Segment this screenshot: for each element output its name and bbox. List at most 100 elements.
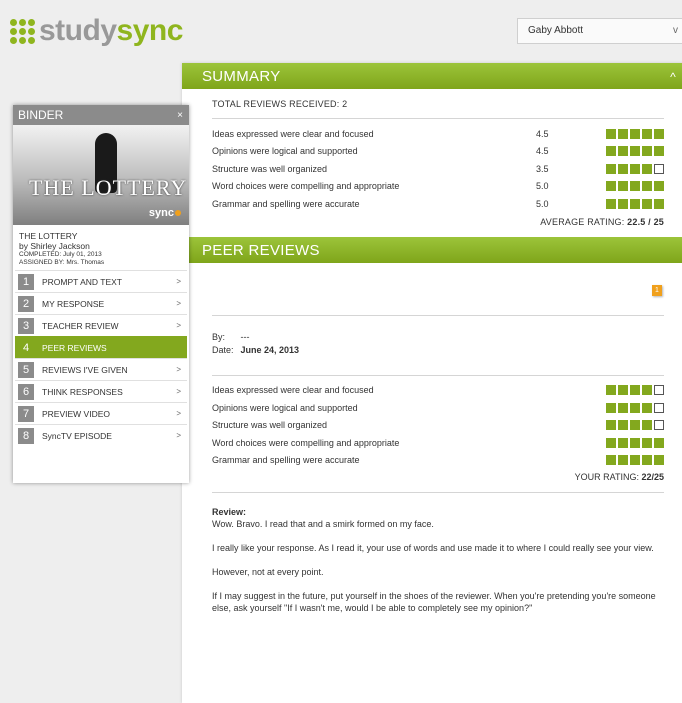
criterion-label: Ideas expressed were clear and focused [212,385,374,396]
rating-boxes [596,455,664,466]
binder-nav-item[interactable]: 5 REVIEWS I'VE GIVEN > [15,358,187,380]
nav-item-label: PEER REVIEWS [42,342,107,353]
binder-nav-item[interactable]: 1 PROMPT AND TEXT > [15,270,187,292]
binder-nav-item[interactable]: 2 MY RESPONSE > [15,292,187,314]
nav-item-number: 3 [18,317,34,334]
chevron-right-icon: > [176,409,181,418]
review-paragraph: However, not at every point. [212,567,324,577]
your-rating-value: 22/25 [641,472,664,482]
rating-boxes [596,146,664,157]
binder-title: BINDER [18,108,64,122]
by-value: --- [240,331,250,342]
filled-box-icon [642,128,652,139]
rating-row: Opinions were logical and supported [212,399,664,417]
nav-item-number: 4 [22,341,30,354]
close-icon[interactable]: × [177,105,183,126]
nav-item-label: SyncTV EPISODE [42,430,112,441]
filled-box-icon [642,198,652,209]
filled-box-icon [630,437,640,448]
criterion-label: Word choices were compelling and appropr… [212,181,400,192]
filled-box-icon [606,163,616,174]
logo-text: studysync [39,14,183,47]
filled-box-icon [654,198,664,209]
filled-box-icon [642,385,652,396]
nav-item-label: TEACHER REVIEW [42,320,119,331]
filled-box-icon [618,146,628,157]
review-paragraph: I really like your response. As I read i… [212,543,654,553]
nav-item-number: 6 [18,383,34,400]
empty-box-icon [654,420,664,431]
empty-box-icon [654,385,664,396]
binder-panel: BINDER × THE LOTTERY sync THE LOTTERY by… [13,105,189,483]
binder-nav-item[interactable]: 3 TEACHER REVIEW > [15,314,187,336]
filled-box-icon [630,402,640,413]
binder-nav-item[interactable]: 4 PEER REVIEWS [15,336,187,358]
chevron-right-icon: > [176,431,181,440]
criterion-label: Grammar and spelling were accurate [212,455,360,466]
rating-row: Ideas expressed were clear and focused [212,382,664,400]
filled-box-icon [606,198,616,209]
peer-reviews-title: PEER REVIEWS [202,241,320,259]
binder-nav-item[interactable]: 8 SyncTV EPISODE > [15,424,187,446]
criterion-score: 4.5 [536,128,549,139]
filled-box-icon [642,437,652,448]
filled-box-icon [618,437,628,448]
filled-box-icon [606,146,616,157]
binder-nav-item[interactable]: 7 PREVIEW VIDEO > [15,402,187,424]
criterion-label: Structure was well organized [212,420,328,431]
summary-title: SUMMARY [202,68,281,85]
filled-box-icon [618,198,628,209]
filled-box-icon [642,402,652,413]
criterion-label: Grammar and spelling were accurate [212,198,360,209]
filled-box-icon [642,163,652,174]
user-menu[interactable]: Gaby Abbott v [517,18,682,44]
total-reviews: TOTAL REVIEWS RECEIVED: 2 [212,99,348,109]
review-meta: By: --- Date: June 24, 2013 [212,316,664,375]
rating-boxes [596,420,664,431]
filled-box-icon [654,128,664,139]
binder-header[interactable]: BINDER × [13,105,189,125]
nav-item-number: 1 [18,273,34,290]
filled-box-icon [654,455,664,466]
your-rating: YOUR RATING: 22/25 [574,472,664,482]
empty-box-icon [654,402,664,413]
nav-item-number: 5 [18,361,34,378]
filled-box-icon [642,181,652,192]
rating-row: Word choices were compelling and appropr… [212,434,664,452]
peer-reviews-header[interactable]: PEER REVIEWS [182,236,682,263]
binder-nav: 1 PROMPT AND TEXT >2 MY RESPONSE > 3 TEACHER R… [13,270,189,446]
collapse-icon[interactable]: ^ [670,63,676,91]
rating-boxes [596,163,664,174]
filled-box-icon [606,402,616,413]
filled-box-icon [630,181,640,192]
filled-box-icon [642,146,652,157]
filled-box-icon [606,420,616,431]
summary-ratings: Ideas expressed were clear and focused 4.… [212,119,664,213]
book-title: THE LOTTERY [19,231,78,241]
binder-nav-item[interactable]: 6 THINK RESPONSES > [15,380,187,402]
cover-brand: sync [149,207,181,219]
review-flag-icon[interactable]: 1 [652,284,662,296]
nav-item-number: 2 [18,295,34,312]
review-pager: 1 [212,263,664,315]
chevron-right-icon: > [176,387,181,396]
rating-boxes [596,437,664,448]
studysync-logo[interactable]: studysync [10,14,183,48]
filled-box-icon [618,385,628,396]
chevron-right-icon: > [176,299,181,308]
completed-date: COMPLETED: July 01, 2013 [19,251,102,258]
filled-box-icon [630,385,640,396]
filled-box-icon [630,128,640,139]
filled-box-icon [618,455,628,466]
filled-box-icon [618,181,628,192]
average-rating: AVERAGE RATING: 22.5 / 25 [540,216,664,227]
filled-box-icon [654,437,664,448]
filled-box-icon [606,455,616,466]
filled-box-icon [630,420,640,431]
summary-header[interactable]: SUMMARY ^ [182,63,682,89]
filled-box-icon [654,146,664,157]
criterion-score: 4.5 [536,146,549,157]
peer-reviews-section: 1 By: --- Date: June 24, 2013 Ideas expr… [182,263,682,615]
filled-box-icon [618,128,628,139]
nav-item-label: REVIEWS I'VE GIVEN [42,364,128,375]
